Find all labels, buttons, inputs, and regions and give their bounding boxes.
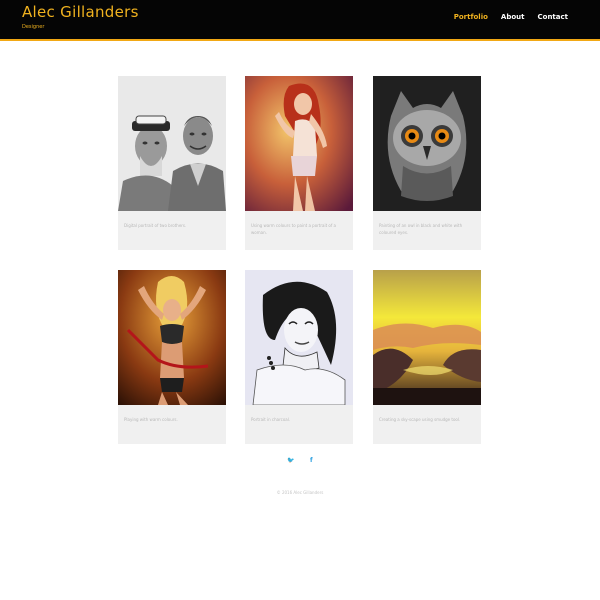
painted-woman-image [245, 76, 353, 211]
portfolio-image[interactable] [118, 76, 226, 211]
portfolio-caption: Using warm colours to paint a portrait o… [251, 223, 336, 235]
site-header: Alec Gillanders Designer Portfolio About… [0, 0, 600, 41]
charcoal-portrait-image [245, 270, 353, 405]
site-logo[interactable]: Alec Gillanders [22, 3, 139, 21]
nav-portfolio[interactable]: Portfolio [454, 13, 488, 21]
portfolio-card[interactable]: Digital portrait of two brothers. [118, 76, 226, 250]
portfolio-image[interactable] [245, 76, 353, 211]
facebook-icon[interactable]: f [310, 457, 313, 464]
portfolio-image[interactable] [245, 270, 353, 405]
portfolio-image[interactable] [373, 270, 481, 405]
nav-about[interactable]: About [501, 13, 525, 21]
social-links: 🐦 f [0, 447, 600, 466]
main-nav: Portfolio About Contact [454, 13, 568, 21]
portfolio-caption: Playing with warm colours. [124, 417, 178, 422]
pencil-portrait-image [118, 76, 226, 211]
portfolio-image[interactable] [118, 270, 226, 405]
portfolio-card[interactable]: Creating a sky-scape using smudge tool. [373, 270, 481, 444]
portfolio-card[interactable]: Painting of an owl in black and white wi… [373, 76, 481, 250]
portfolio-caption: Portrait in charcoal. [251, 417, 291, 422]
portfolio-caption: Digital portrait of two brothers. [124, 223, 187, 228]
owl-image [373, 76, 481, 211]
skyscape-image [373, 270, 481, 405]
portfolio-card[interactable]: Playing with warm colours. [118, 270, 226, 444]
twitter-icon[interactable]: 🐦 [287, 457, 294, 464]
dancing-woman-image [118, 270, 226, 405]
copyright-text: © 2016 Alec Gillanders [276, 490, 324, 495]
portfolio-image[interactable] [373, 76, 481, 211]
portfolio-caption: Creating a sky-scape using smudge tool. [379, 417, 461, 422]
portfolio-caption: Painting of an owl in black and white wi… [379, 223, 463, 235]
site-tagline: Designer [22, 24, 45, 30]
portfolio-card[interactable]: Portrait in charcoal. [245, 270, 353, 444]
portfolio-card[interactable]: Using warm colours to paint a portrait o… [245, 76, 353, 250]
nav-contact[interactable]: Contact [538, 13, 569, 21]
